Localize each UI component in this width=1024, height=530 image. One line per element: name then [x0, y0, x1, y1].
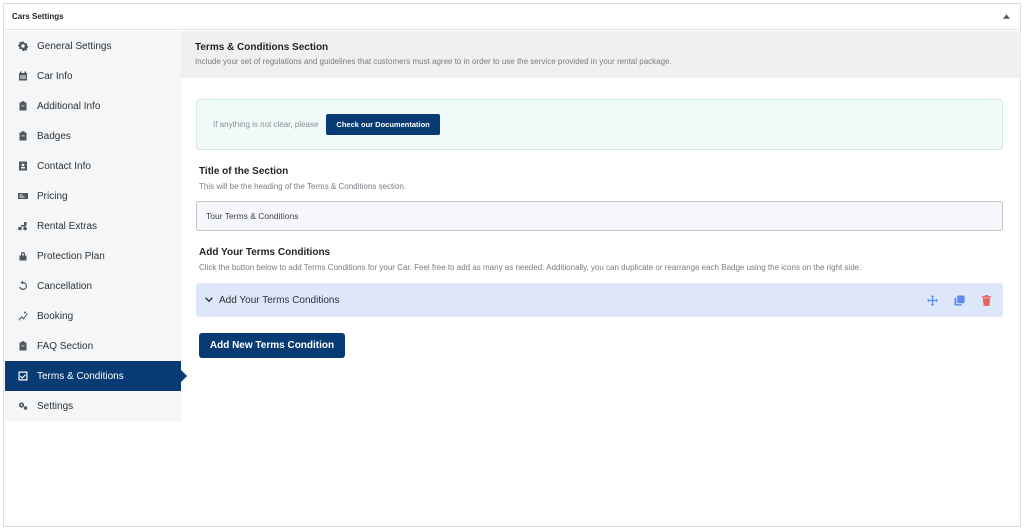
extras-icon: [17, 220, 29, 232]
contact-card-icon: [17, 160, 29, 172]
terms-conditions-description: Click the button below to add Terms Cond…: [199, 263, 862, 272]
duplicate-icon[interactable]: [952, 293, 966, 307]
main-content: Terms & Conditions Section Include your …: [181, 31, 1021, 527]
section-header: Terms & Conditions Section Include your …: [181, 31, 1021, 78]
sidebar-item-pricing[interactable]: Pricing: [5, 181, 181, 211]
gears-icon: [17, 400, 29, 412]
sidebar-item-label: Pricing: [37, 190, 68, 202]
collapse-toggle-icon[interactable]: [1000, 11, 1012, 23]
sidebar-item-label: Cancellation: [37, 280, 93, 292]
terms-condition-accordion[interactable]: Add Your Terms Conditions: [196, 283, 1003, 317]
add-new-terms-condition-button[interactable]: Add New Terms Condition: [199, 333, 345, 358]
sidebar-item-badges[interactable]: Badges: [5, 121, 181, 151]
sidebar-item-label: Car Info: [37, 70, 73, 82]
cars-settings-panel: Cars Settings General Settings Car Info …: [3, 3, 1021, 527]
section-description: Include your set of regulations and guid…: [195, 57, 672, 66]
sidebar-item-label: Protection Plan: [37, 250, 105, 262]
section-title-field-label: Title of the Section: [199, 166, 289, 177]
clipboard-icon: [17, 340, 29, 352]
sidebar-item-rental-extras[interactable]: Rental Extras: [5, 211, 181, 241]
section-title-input[interactable]: [196, 201, 1003, 231]
accordion-label: Add Your Terms Conditions: [219, 294, 340, 306]
sidebar-item-contact-info[interactable]: Contact Info: [5, 151, 181, 181]
panel-title: Cars Settings: [12, 12, 64, 21]
chevron-down-icon[interactable]: [204, 295, 214, 305]
panel-header: Cars Settings: [4, 4, 1020, 30]
sidebar-item-label: Settings: [37, 400, 74, 412]
check-documentation-button[interactable]: Check our Documentation: [326, 114, 440, 135]
undo-icon: [17, 280, 29, 292]
move-icon[interactable]: [925, 293, 939, 307]
sidebar-item-label: General Settings: [37, 40, 112, 52]
sidebar-item-booking[interactable]: Booking: [5, 301, 181, 331]
sidebar-item-general-settings[interactable]: General Settings: [5, 31, 181, 61]
sidebar-item-car-info[interactable]: Car Info: [5, 61, 181, 91]
sidebar-item-label: Booking: [37, 310, 74, 322]
sidebar-item-label: Additional Info: [37, 100, 101, 112]
section-title-field-description: This will be the heading of the Terms & …: [199, 182, 407, 191]
documentation-notice-text: If anything is not clear, please: [213, 120, 319, 129]
checkbox-icon: [17, 370, 29, 382]
clipboard-icon: [17, 130, 29, 142]
sidebar-item-cancellation[interactable]: Cancellation: [5, 271, 181, 301]
sidebar-item-terms-conditions[interactable]: Terms & Conditions: [5, 361, 187, 391]
documentation-notice: If anything is not clear, please Check o…: [196, 99, 1003, 150]
settings-sidebar: General Settings Car Info Additional Inf…: [5, 31, 187, 422]
terms-conditions-label: Add Your Terms Conditions: [199, 247, 331, 258]
sidebar-item-label: Contact Info: [37, 160, 91, 172]
accordion-actions: [925, 293, 993, 307]
gear-icon: [17, 40, 29, 52]
clipboard-icon: [17, 100, 29, 112]
sidebar-item-additional-info[interactable]: Additional Info: [5, 91, 181, 121]
sidebar-item-label: Terms & Conditions: [37, 370, 124, 382]
sidebar-item-settings[interactable]: Settings: [5, 391, 181, 421]
sidebar-item-label: Rental Extras: [37, 220, 98, 232]
sidebar-item-protection-plan[interactable]: Protection Plan: [5, 241, 181, 271]
section-title: Terms & Conditions Section: [195, 42, 329, 53]
booking-icon: [17, 310, 29, 322]
sidebar-item-label: FAQ Section: [37, 340, 94, 352]
delete-icon[interactable]: [979, 293, 993, 307]
sidebar-item-faq-section[interactable]: FAQ Section: [5, 331, 181, 361]
money-icon: [17, 190, 29, 202]
sidebar-item-label: Badges: [37, 130, 71, 142]
lock-icon: [17, 250, 29, 262]
calendar-icon: [17, 70, 29, 82]
